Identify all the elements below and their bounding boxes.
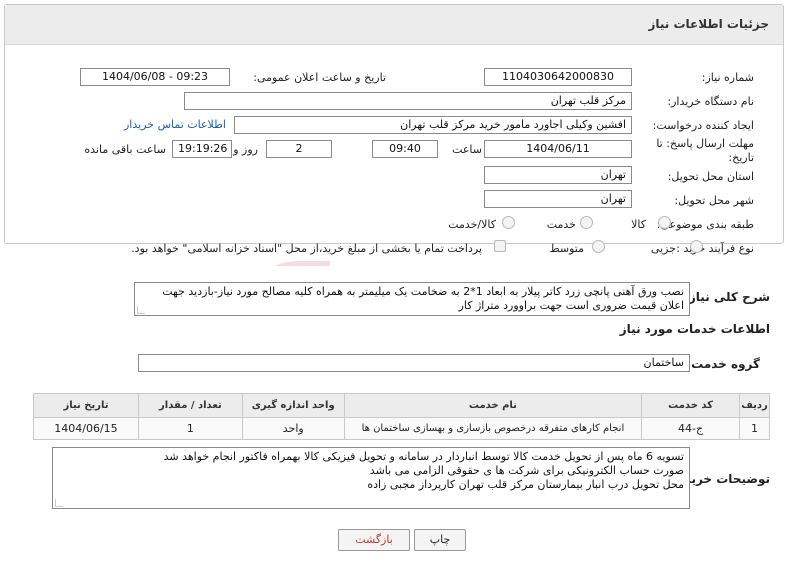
col-header-quantity: تعداد / مقدار	[137, 393, 243, 418]
buyer-org-label: نام دستگاه خریدار:	[667, 95, 754, 108]
process-option-minor: جزیی	[650, 242, 676, 255]
col-header-need-date: تاریخ نیاز	[33, 393, 139, 418]
announce-datetime-label: تاریخ و ساعت اعلان عمومی:	[253, 71, 386, 84]
cell-service-code: ج-44	[641, 417, 741, 440]
service-group-label: گروه خدمت:	[686, 357, 760, 371]
cell-row-number: 1	[739, 417, 770, 440]
province-label: استان محل تحویل:	[667, 170, 754, 183]
deadline-time-field[interactable]: 09:40	[372, 140, 438, 158]
remaining-label: ساعت باقی مانده	[84, 143, 166, 156]
cell-service-name: انجام کارهای متفرقه درخصوص بازسازی و بهس…	[343, 417, 643, 440]
resize-handle-icon[interactable]	[55, 499, 63, 507]
process-radio-minor[interactable]	[690, 240, 703, 253]
cell-need-date: 1404/06/15	[33, 417, 139, 440]
days-label: روز و	[233, 143, 258, 156]
deadline-date-label: تاریخ:	[728, 151, 754, 164]
col-header-service-code: کد خدمت	[641, 393, 741, 418]
services-section-title: اطلاعات خدمات مورد نیاز	[619, 322, 770, 336]
cell-unit: واحد	[241, 417, 345, 440]
category-option-service: خدمت	[546, 218, 576, 231]
process-type-label: نوع فرآیند خرید :	[676, 242, 754, 255]
need-description-textarea[interactable]: نصب ورق آهنی پانچی زرد کاتر پیلار به ابع…	[134, 282, 690, 316]
col-header-unit: واحد اندازه گیری	[241, 393, 345, 418]
category-option-goods: کالا	[631, 218, 646, 231]
treasury-payment-checkbox[interactable]	[494, 240, 506, 252]
need-description-text: نصب ورق آهنی پانچی زرد کاتر پیلار به ابع…	[162, 285, 684, 312]
process-option-medium: متوسط	[549, 242, 584, 255]
deadline-time-label: ساعت	[452, 143, 482, 156]
service-group-field[interactable]: ساختمان	[138, 354, 690, 372]
page-title: جزئیات اطلاعات نیاز	[648, 17, 769, 31]
table-row[interactable]: 1 ج-44 انجام کارهای متفرقه درخصوص بازساز…	[33, 417, 770, 440]
buyer-notes-line: محل تحویل درب انبار بیمارستان مرکز قلب ت…	[367, 478, 684, 491]
creator-label: ایجاد کننده درخواست:	[652, 119, 754, 132]
announce-datetime-field[interactable]: 1404/06/08 - 09:23	[80, 68, 230, 86]
buyer-contact-link[interactable]: اطلاعات تماس خریدار	[124, 118, 226, 131]
category-label: طبقه بندی موضوعی:	[656, 218, 754, 231]
col-header-service-name: نام خدمت	[343, 393, 643, 418]
creator-field[interactable]: افشین وکیلی اجاورد مامور خرید مرکز قلب ت…	[234, 116, 632, 134]
category-radio-goods-service[interactable]	[502, 216, 515, 229]
city-label: شهر محل تحویل:	[674, 194, 754, 207]
col-header-row-number: ردیف	[739, 393, 770, 418]
buyer-org-field[interactable]: مرکز قلب تهران	[184, 92, 632, 110]
remaining-days-field[interactable]: 2	[266, 140, 332, 158]
buyer-notes-line: تسویه 6 ماه پس از تحویل خدمت کالا توسط ا…	[163, 450, 684, 463]
treasury-payment-note: پرداخت تمام یا بخشی از مبلغ خرید،از محل …	[131, 242, 482, 255]
need-description-label: شرح کلی نیاز:	[684, 290, 770, 304]
category-radio-goods[interactable]	[658, 216, 671, 229]
remaining-time-field[interactable]: 19:19:26	[172, 140, 232, 158]
province-field[interactable]: تهران	[484, 166, 632, 184]
category-option-goods-service: کالا/خدمت	[448, 218, 496, 231]
buyer-notes-line: صورت حساب الکترونیکی برای شرکت ها ی حقوق…	[369, 464, 684, 477]
cell-quantity: 1	[137, 417, 243, 440]
city-field[interactable]: تهران	[484, 190, 632, 208]
panel-header: جزئیات اطلاعات نیاز	[5, 5, 783, 45]
deadline-label: مهلت ارسال پاسخ: تا	[656, 137, 754, 150]
need-number-field[interactable]: 1104030642000830	[484, 68, 632, 86]
deadline-date-field[interactable]: 1404/06/11	[484, 140, 632, 158]
services-table: ردیف کد خدمت نام خدمت واحد اندازه گیری ت…	[33, 393, 770, 440]
need-number-label: شماره نیاز:	[701, 71, 754, 84]
process-radio-medium[interactable]	[592, 240, 605, 253]
print-button[interactable]: چاپ	[414, 529, 466, 551]
category-radio-service[interactable]	[580, 216, 593, 229]
resize-handle-icon[interactable]	[137, 306, 145, 314]
buyer-notes-textarea[interactable]: تسویه 6 ماه پس از تحویل خدمت کالا توسط ا…	[52, 447, 690, 509]
back-button[interactable]: بازگشت	[338, 529, 410, 551]
services-table-header-row: ردیف کد خدمت نام خدمت واحد اندازه گیری ت…	[33, 393, 770, 418]
